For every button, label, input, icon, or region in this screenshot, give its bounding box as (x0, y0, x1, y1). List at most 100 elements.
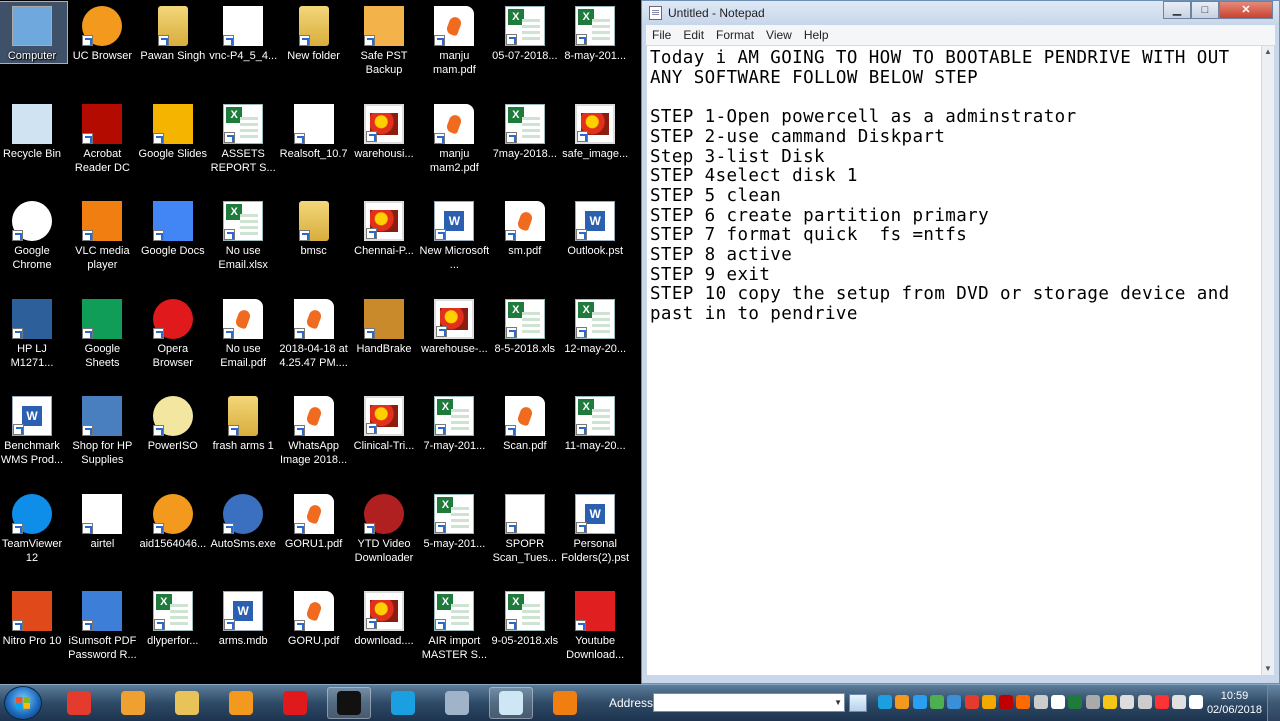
maximize-button[interactable]: □ (1191, 1, 1219, 19)
desktop-icon[interactable]: 2018-04-18 at 4.25.47 PM.... (279, 295, 349, 370)
desktop-icon[interactable]: Computer (0, 1, 68, 64)
explorer-taskbar-icon[interactable] (165, 687, 209, 719)
scroll-down-icon[interactable]: ▼ (1263, 663, 1273, 675)
desktop-icon[interactable]: dlyperfor... (138, 587, 208, 648)
desktop-icon[interactable]: Google Sheets (67, 295, 137, 370)
desktop-icon[interactable]: Pawan Singh (138, 2, 208, 63)
chevron-down-icon[interactable]: ▼ (834, 694, 842, 711)
desktop-icon[interactable]: airtel (67, 490, 137, 551)
desktop-icon[interactable]: Nitro Pro 10 (0, 587, 67, 648)
desktop-icon[interactable]: New Microsoft ... (419, 197, 489, 272)
desktop-icon[interactable]: WhatsApp Image 2018... (279, 392, 349, 467)
desktop-icon[interactable]: UC Browser (67, 2, 137, 63)
tray-icon[interactable] (999, 695, 1014, 709)
desktop-icon[interactable]: TeamViewer 12 (0, 490, 67, 565)
start-button[interactable] (4, 686, 42, 720)
show-desktop-button[interactable] (1267, 685, 1280, 721)
desktop-icon[interactable]: 7may-2018... (490, 100, 560, 161)
desktop-icon[interactable]: manju mam2.pdf (419, 100, 489, 175)
tray-icon[interactable] (981, 695, 996, 709)
vlc-taskbar-icon[interactable] (543, 687, 587, 719)
menu-view[interactable]: View (760, 25, 798, 45)
notepad-taskbar-icon[interactable] (489, 687, 533, 719)
desktop-icon[interactable]: Shop for HP Supplies (67, 392, 137, 467)
desktop-icon[interactable]: Recycle Bin (0, 100, 67, 161)
menu-edit[interactable]: Edit (677, 25, 710, 45)
desktop-icon[interactable]: warehousi... (349, 100, 419, 161)
desktop-icon[interactable]: vnc-P4_5_4... (208, 2, 278, 63)
tray-icon[interactable] (1085, 695, 1100, 709)
tray-icon[interactable] (912, 695, 927, 709)
notepad-titlebar[interactable]: Untitled - Notepad ▁ □ ✕ (642, 1, 1279, 25)
opera-taskbar-icon[interactable] (273, 687, 317, 719)
desktop-icon[interactable]: 8-5-2018.xls (490, 295, 560, 356)
desktop-icon[interactable]: warehouse-... (419, 295, 489, 356)
tray-icon[interactable] (895, 695, 910, 709)
desktop-icon[interactable]: safe_image... (560, 100, 630, 161)
desktop-icon[interactable]: AutoSms.exe (208, 490, 278, 551)
tray-icon[interactable] (1016, 695, 1031, 709)
tray-icon[interactable] (1051, 695, 1065, 709)
tray-icon[interactable] (964, 695, 979, 709)
tray-icon[interactable] (1033, 695, 1048, 709)
desktop-icon[interactable]: 11-may-20... (560, 392, 630, 453)
clock[interactable]: 10:59 02/06/2018 (1207, 689, 1262, 717)
vertical-scrollbar[interactable]: ▲ ▼ (1261, 46, 1274, 675)
desktop-icon[interactable]: Personal Folders(2).pst (560, 490, 630, 565)
desktop-icon[interactable]: frash arms 1 (208, 392, 278, 453)
desktop-icon[interactable]: Realsoft_10.7 (279, 100, 349, 161)
desktop-icon[interactable]: Google Chrome (0, 197, 67, 272)
tray-icon[interactable] (1068, 695, 1083, 709)
desktop-icon[interactable]: manju mam.pdf (419, 2, 489, 77)
tray-icon[interactable] (878, 695, 892, 709)
text-editor-area[interactable]: Today i AM GOING TO HOW TO BOOTABLE PEND… (647, 46, 1262, 675)
desktop-icon[interactable]: Acrobat Reader DC (67, 100, 137, 175)
desktop-icon[interactable]: New folder (279, 2, 349, 63)
tray-icon[interactable] (1172, 695, 1187, 709)
calculator-taskbar-icon[interactable] (435, 687, 479, 719)
desktop-icon[interactable]: No use Email.xlsx (208, 197, 278, 272)
desktop-icon[interactable]: SPOPR Scan_Tues... (490, 490, 560, 565)
desktop-icon[interactable]: PowerISO (138, 392, 208, 453)
desktop-icon[interactable]: Safe PST Backup (349, 2, 419, 77)
close-button[interactable]: ✕ (1219, 1, 1273, 19)
desktop-icon[interactable]: download.... (349, 587, 419, 648)
desktop-icon[interactable]: 05-07-2018... (490, 2, 560, 63)
desktop-icon[interactable]: 5-may-201... (419, 490, 489, 551)
desktop-icon[interactable]: Opera Browser (138, 295, 208, 370)
scroll-up-icon[interactable]: ▲ (1263, 46, 1273, 58)
media-player-taskbar-icon[interactable] (111, 687, 155, 719)
tray-icon[interactable] (929, 695, 944, 709)
desktop-icon[interactable]: arms.mdb (208, 587, 278, 648)
address-input[interactable]: ▼ (653, 693, 845, 712)
desktop-icon[interactable]: HP LJ M1271... (0, 295, 67, 370)
menu-format[interactable]: Format (710, 25, 760, 45)
tray-icon[interactable] (1102, 695, 1117, 709)
tray-icon[interactable] (1120, 695, 1135, 709)
desktop-icon[interactable]: Outlook.pst (560, 197, 630, 258)
desktop-icon[interactable]: AIR import MASTER S... (419, 587, 489, 662)
tray-icon[interactable] (1189, 695, 1204, 709)
desktop-icon[interactable]: aid1564046... (138, 490, 208, 551)
uc-browser-taskbar-icon[interactable] (219, 687, 263, 719)
desktop-icon[interactable]: GORU1.pdf (279, 490, 349, 551)
desktop-icon[interactable]: GORU.pdf (279, 587, 349, 648)
tray-icon[interactable] (1154, 695, 1169, 709)
skype-taskbar-icon[interactable] (381, 687, 425, 719)
desktop-icon[interactable]: Benchmark WMS Prod... (0, 392, 67, 467)
desktop-icon[interactable]: Google Docs (138, 197, 208, 258)
chrome-taskbar-icon[interactable] (57, 687, 101, 719)
desktop-icon[interactable]: iSumsoft PDF Password R... (67, 587, 137, 662)
desktop-icon[interactable]: Clinical-Tri... (349, 392, 419, 453)
menu-file[interactable]: File (646, 25, 677, 45)
desktop-icon[interactable]: ASSETS REPORT S... (208, 100, 278, 175)
tray-icon[interactable] (947, 695, 962, 709)
desktop-icon[interactable]: HandBrake (349, 295, 419, 356)
desktop-icon[interactable]: No use Email.pdf (208, 295, 278, 370)
notepad-window[interactable]: Untitled - Notepad ▁ □ ✕ File Edit Format V… (641, 0, 1280, 684)
desktop-icon[interactable]: Scan.pdf (490, 392, 560, 453)
desktop-icon[interactable]: Youtube Download... (560, 587, 630, 662)
cmd-taskbar-icon[interactable] (327, 687, 371, 719)
desktop-icon[interactable]: 8-may-201... (560, 2, 630, 63)
desktop-icon[interactable]: 12-may-20... (560, 295, 630, 356)
